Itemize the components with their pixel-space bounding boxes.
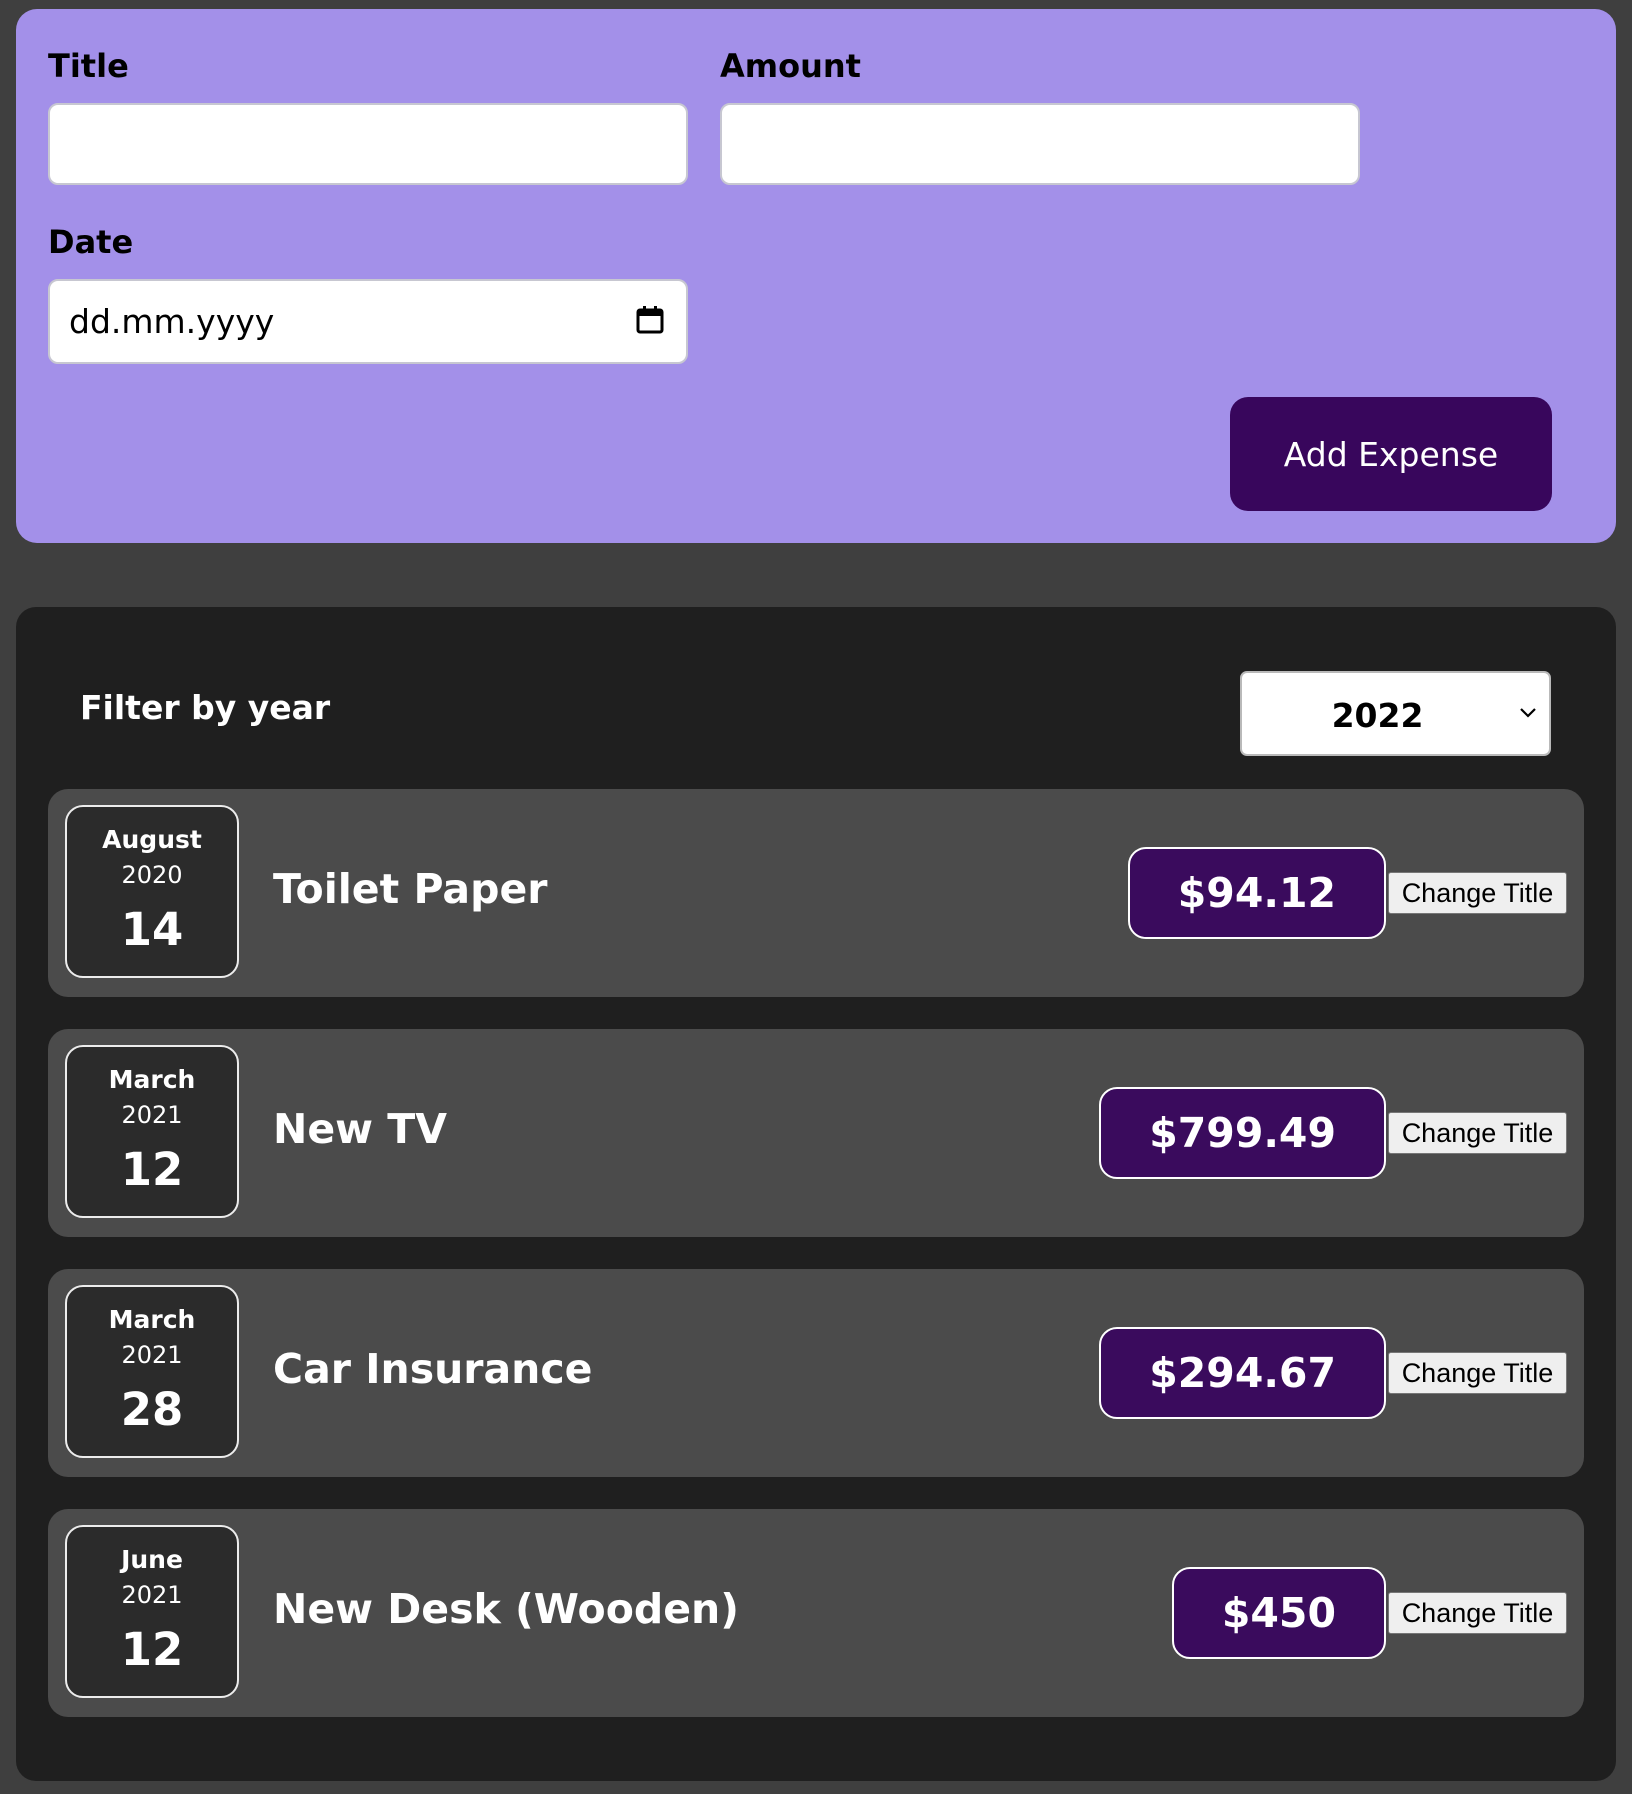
expense-title: New TV [273, 1105, 447, 1153]
expense-day: 12 [120, 1623, 184, 1676]
expense-date: March 2021 12 [65, 1045, 239, 1218]
expense-day: 28 [120, 1383, 184, 1436]
expense-item: August 2020 14 Toilet Paper $94.12 Chang… [48, 789, 1584, 997]
change-title-button[interactable]: Change Title [1388, 1112, 1567, 1154]
expenses-list: Filter by year 2022 August 2020 14 Toile… [16, 607, 1616, 1781]
new-expense-form: Title Amount Date dd.mm.yyyy Add Expense [16, 9, 1616, 543]
title-label: Title [48, 47, 129, 85]
expense-date: August 2020 14 [65, 805, 239, 978]
expense-month: June [121, 1545, 183, 1574]
expense-amount: $94.12 [1127, 847, 1386, 939]
expense-title: Toilet Paper [273, 865, 548, 913]
expense-date: March 2021 28 [65, 1285, 239, 1458]
expense-month: March [108, 1065, 196, 1094]
expense-year: 2021 [121, 1341, 183, 1369]
change-title-button[interactable]: Change Title [1388, 1592, 1567, 1634]
amount-label: Amount [720, 47, 861, 85]
expense-title: Car Insurance [273, 1345, 593, 1393]
expense-day: 14 [120, 903, 184, 956]
change-title-button[interactable]: Change Title [1388, 872, 1567, 914]
expense-year: 2021 [121, 1581, 183, 1609]
add-expense-button[interactable]: Add Expense [1230, 397, 1552, 511]
date-input[interactable]: dd.mm.yyyy [48, 279, 688, 364]
expense-item: March 2021 28 Car Insurance $294.67 Chan… [48, 1269, 1584, 1477]
expense-year: 2020 [121, 861, 183, 889]
calendar-icon[interactable] [636, 305, 664, 335]
expense-item: June 2021 12 New Desk (Wooden) $450 Chan… [48, 1509, 1584, 1717]
expense-amount: $450 [1171, 1567, 1386, 1659]
date-placeholder: dd.mm.yyyy [69, 302, 275, 341]
expense-month: August [102, 825, 202, 854]
amount-input[interactable] [720, 103, 1360, 185]
expense-amount: $294.67 [1099, 1327, 1386, 1419]
expense-year: 2021 [121, 1101, 183, 1129]
expense-item: March 2021 12 New TV $799.49 Change Titl… [48, 1029, 1584, 1237]
expense-month: March [108, 1305, 196, 1334]
expense-amount: $799.49 [1099, 1087, 1386, 1179]
expense-title: New Desk (Wooden) [273, 1585, 739, 1633]
expense-day: 12 [120, 1143, 184, 1196]
change-title-button[interactable]: Change Title [1388, 1352, 1567, 1394]
date-label: Date [48, 223, 134, 261]
filter-label: Filter by year [80, 688, 331, 727]
year-filter-select[interactable]: 2022 [1240, 671, 1551, 756]
title-input[interactable] [48, 103, 688, 185]
selected-year: 2022 [1331, 696, 1424, 735]
expense-date: June 2021 12 [65, 1525, 239, 1698]
chevron-down-icon [1520, 708, 1536, 718]
